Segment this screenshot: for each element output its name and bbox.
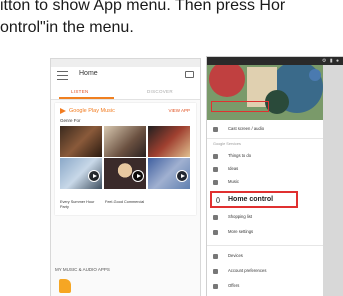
tab-listen[interactable]: LISTEN <box>71 89 89 94</box>
playlist-tile[interactable] <box>104 126 146 157</box>
home-control-menu-item[interactable]: Home control <box>210 191 298 208</box>
playlist-grid <box>60 126 191 189</box>
devices-icon <box>213 254 218 259</box>
playlist-tile[interactable] <box>104 158 146 189</box>
cast-icon <box>213 127 218 132</box>
drawer-item[interactable]: Shopping list <box>207 212 323 223</box>
cart-icon <box>213 215 218 220</box>
playlist-tile[interactable] <box>60 158 102 189</box>
music-card: Google Play Music VIEW APP Genre For Eve… <box>55 103 196 215</box>
drawer-section-label: Google Services <box>213 142 241 146</box>
offers-icon <box>213 284 218 289</box>
status-bar <box>51 59 200 67</box>
left-phone-screenshot: Home LISTEN DISCOVER Google Play Music V… <box>50 58 201 296</box>
location-pin-icon <box>216 197 220 203</box>
drawer-item[interactable]: Ideas <box>207 164 323 175</box>
status-bar: ⚙ ▮ ● <box>207 57 343 65</box>
play-music-logo-icon <box>60 108 66 114</box>
drawer-item[interactable]: Offers <box>207 281 323 292</box>
drawer-item[interactable]: Music <box>207 177 323 188</box>
cast-icon[interactable] <box>185 71 194 78</box>
background-content <box>323 65 343 296</box>
settings-icon <box>213 230 218 235</box>
tile-caption: Feel-Good Commercial <box>105 200 145 204</box>
gear-icon <box>213 154 218 159</box>
section-title: MY MUSIC & AUDIO APPS <box>55 267 110 272</box>
hamburger-menu-icon[interactable] <box>57 71 68 80</box>
playlist-tile[interactable] <box>148 158 190 189</box>
play-button-icon[interactable] <box>176 170 188 182</box>
divider <box>207 245 323 246</box>
playlist-tile[interactable] <box>148 126 190 157</box>
card-subtitle: Genre For <box>60 118 81 123</box>
playlist-tile[interactable] <box>60 126 102 157</box>
instruction-line-2: ontrol"in the menu. <box>0 19 134 36</box>
bulb-icon <box>213 167 218 172</box>
active-tab-indicator <box>59 97 114 99</box>
audio-app-icon[interactable] <box>59 279 71 293</box>
play-button-icon[interactable] <box>88 170 100 182</box>
drawer-item[interactable]: Devices <box>207 251 323 262</box>
view-app-link[interactable]: VIEW APP <box>168 108 190 113</box>
status-icons: ⚙ ▮ ● <box>321 58 340 64</box>
music-icon <box>213 180 218 185</box>
play-button-icon[interactable] <box>132 170 144 182</box>
drawer-item[interactable]: Account preferences <box>207 266 323 277</box>
app-title: Home <box>79 70 98 77</box>
drawer-item[interactable]: More settings <box>207 227 323 238</box>
tab-bar: LISTEN DISCOVER <box>51 85 200 100</box>
drawer-account-item[interactable]: Cast screen / audio <box>207 124 323 135</box>
drawer-item[interactable]: Things to do <box>207 151 323 162</box>
tile-caption: Every Summer Hour Party <box>60 200 95 209</box>
app-bar: Home <box>51 67 200 85</box>
account-highlight-box <box>211 101 269 112</box>
service-name: Google Play Music <box>69 108 115 114</box>
right-phone-screenshot: ⚙ ▮ ● Cast screen / audio Google Service… <box>206 56 343 296</box>
divider <box>207 138 323 139</box>
instruction-text: itton to show App menu. Then press Hor o… <box>0 0 343 39</box>
account-icon <box>213 269 218 274</box>
tab-discover[interactable]: DISCOVER <box>147 89 173 94</box>
instruction-line-1: itton to show App menu. Then press Hor <box>0 0 286 14</box>
